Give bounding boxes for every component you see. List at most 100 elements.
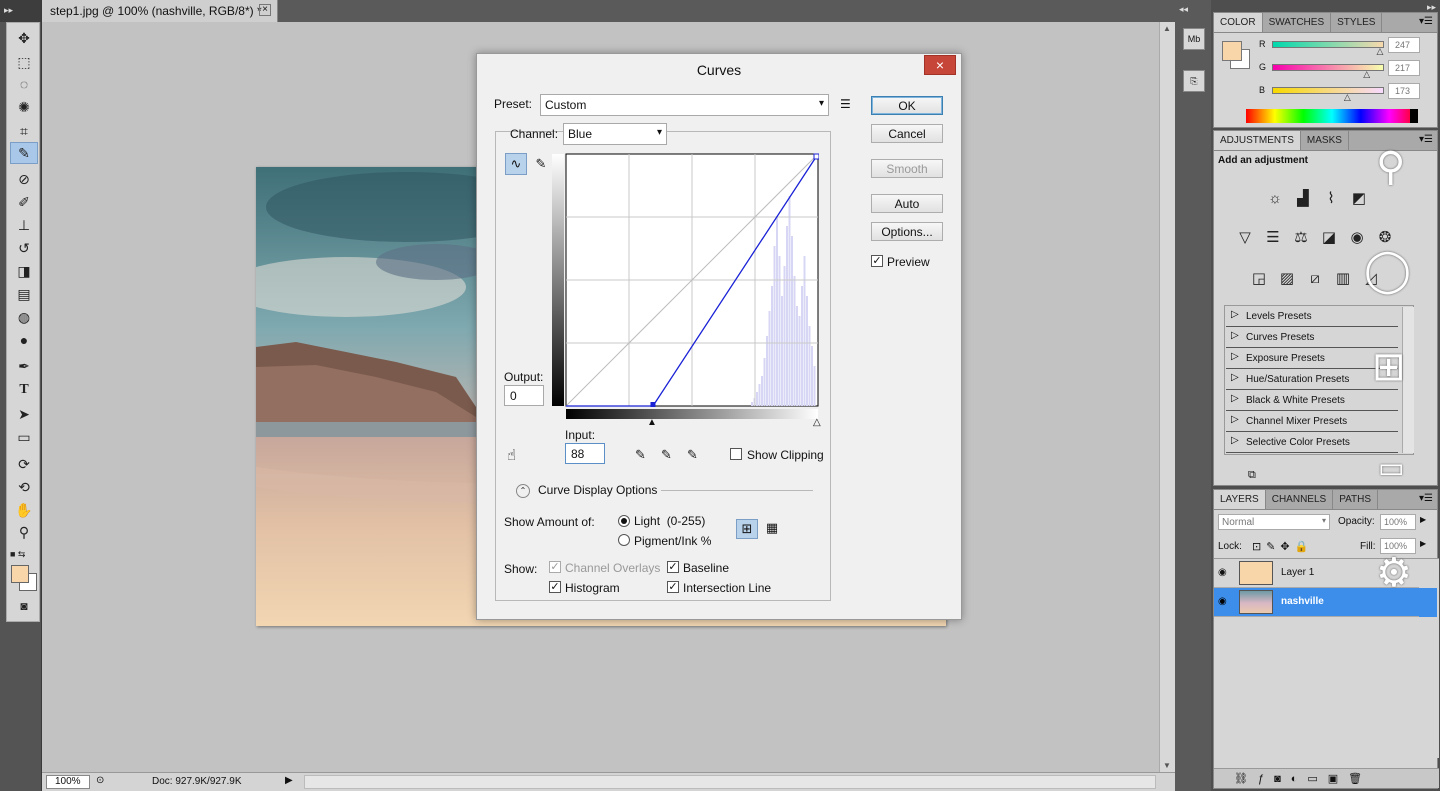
shape-tool-icon[interactable]: ▭	[10, 426, 38, 448]
pen-tool-icon[interactable]: ✒	[10, 355, 38, 377]
quick-mask-icon[interactable]: ◙	[10, 595, 38, 617]
black-point-slider-icon[interactable]: ▲	[647, 417, 657, 428]
move-tool-icon[interactable]: ✥	[10, 27, 38, 49]
detailed-grid-icon[interactable]: ▦	[762, 519, 782, 539]
clone-stamp-tool-icon[interactable]: ⊥	[10, 214, 38, 236]
marquee-tool-icon[interactable]: ⬚	[10, 51, 38, 73]
dodge-tool-icon[interactable]: ●	[10, 329, 38, 351]
color-balance-icon[interactable]: ⚖	[1290, 226, 1312, 248]
auto-button[interactable]: Auto	[871, 194, 943, 213]
curve-control-point[interactable]	[813, 153, 819, 160]
pigment-radio[interactable]	[618, 534, 630, 546]
cancel-button[interactable]: Cancel	[871, 124, 943, 143]
dock-collapse-icon[interactable]: ◂◂	[1179, 4, 1188, 15]
photo-filter-icon[interactable]: ◉	[1346, 226, 1368, 248]
color-panel-foreground-swatch[interactable]	[1222, 41, 1242, 61]
light-radio[interactable]	[618, 515, 630, 527]
smooth-button[interactable]: Smooth	[871, 159, 943, 178]
panel-menu-icon[interactable]: ▾☰	[1419, 493, 1433, 504]
blue-value-field[interactable]: 173	[1388, 83, 1420, 99]
foreground-color-swatch[interactable]	[11, 565, 29, 583]
blue-slider[interactable]	[1272, 87, 1384, 94]
channel-select[interactable]: Blue ▾	[563, 123, 667, 145]
tab-adjustments[interactable]: ADJUSTMENTS	[1214, 131, 1301, 150]
gradient-map-icon[interactable]: ▥	[1332, 267, 1354, 289]
hand-tool-icon[interactable]: ✋	[10, 499, 38, 521]
history-panel-icon[interactable]: ⎘	[1183, 70, 1205, 92]
lasso-tool-icon[interactable]: ◌	[10, 73, 38, 95]
tab-layers[interactable]: LAYERS	[1214, 490, 1266, 509]
quick-select-tool-icon[interactable]: ✺	[10, 96, 38, 118]
dialog-close-icon[interactable]: ×	[924, 55, 956, 75]
path-select-tool-icon[interactable]: ➤	[10, 403, 38, 425]
red-value-field[interactable]: 247	[1388, 37, 1420, 53]
3d-rotate-tool-icon[interactable]: ⟳	[10, 453, 38, 475]
history-brush-tool-icon[interactable]: ↺	[10, 237, 38, 259]
vertical-scrollbar[interactable]: ▲ ▼	[1159, 22, 1175, 772]
input-field[interactable]: 88	[565, 443, 605, 464]
tab-styles[interactable]: STYLES	[1331, 13, 1383, 32]
type-tool-icon[interactable]: T	[10, 379, 38, 401]
show-clipping-checkbox[interactable]	[730, 448, 742, 460]
simple-grid-icon[interactable]: ⊞	[736, 519, 758, 539]
vibrance-icon[interactable]: ▽	[1234, 226, 1256, 248]
black-eyedropper-icon[interactable]: ✎	[635, 447, 646, 463]
blend-mode-select[interactable]: Normal ▾	[1218, 514, 1330, 530]
hue-saturation-icon[interactable]: ☰	[1262, 226, 1284, 248]
document-tab-close-icon[interactable]: ×	[259, 4, 271, 16]
curves-icon[interactable]: ⌇	[1320, 187, 1342, 209]
channel-mixer-icon[interactable]: ❂	[1374, 226, 1396, 248]
ok-button[interactable]: OK	[871, 96, 943, 115]
levels-icon[interactable]: ▟	[1292, 187, 1314, 209]
visibility-eye-icon[interactable]: ◉	[1218, 596, 1227, 607]
preset-levels[interactable]: Levels Presets	[1226, 307, 1398, 327]
options-button[interactable]: Options...	[871, 222, 943, 241]
exposure-icon[interactable]: ◩	[1348, 187, 1370, 209]
color-spectrum-ramp[interactable]	[1246, 109, 1418, 123]
preset-black-white[interactable]: Black & White Presets	[1226, 391, 1398, 411]
color-reset-icons[interactable]: ■ ⇆	[7, 543, 39, 565]
zoom-tool-icon[interactable]: ⚲	[10, 521, 38, 543]
zoom-level-field[interactable]: 100%	[46, 775, 90, 789]
mini-bridge-icon[interactable]: Mb	[1183, 28, 1205, 50]
white-eyedropper-icon[interactable]: ✎	[687, 447, 698, 463]
threshold-icon[interactable]: ⧄	[1304, 267, 1326, 289]
tab-masks[interactable]: MASKS	[1301, 131, 1349, 150]
curve-control-point[interactable]	[650, 402, 656, 407]
eraser-tool-icon[interactable]: ◨	[10, 260, 38, 282]
gradient-tool-icon[interactable]: ▤	[10, 283, 38, 305]
spectrum-black-white[interactable]	[1410, 109, 1418, 123]
status-info-icon[interactable]: ⊙	[96, 775, 104, 786]
eyedropper-tool-icon[interactable]: ✎	[10, 142, 38, 164]
lock-icons[interactable]: ⊡✎✥🔒	[1252, 540, 1313, 553]
green-slider-thumb[interactable]: △	[1363, 69, 1370, 80]
posterize-icon[interactable]: ▨	[1276, 267, 1298, 289]
red-slider[interactable]	[1272, 41, 1384, 48]
opacity-arrow-icon[interactable]: ▶	[1420, 515, 1426, 524]
tab-channels[interactable]: CHANNELS	[1266, 490, 1334, 509]
preset-selective-color[interactable]: Selective Color Presets	[1226, 433, 1398, 453]
panel-menu-icon[interactable]: ▾☰	[1419, 134, 1433, 145]
preset-select[interactable]: Custom ▾	[540, 94, 829, 116]
histogram-checkbox[interactable]: ✓	[549, 581, 561, 593]
intersection-line-checkbox[interactable]: ✓	[667, 581, 679, 593]
opacity-field[interactable]: 100%	[1380, 514, 1416, 530]
invert-icon[interactable]: ◲	[1248, 267, 1270, 289]
blur-tool-icon[interactable]: ◍	[10, 306, 38, 328]
white-point-slider-icon[interactable]: △	[813, 417, 821, 428]
blue-slider-thumb[interactable]: △	[1344, 92, 1351, 103]
black-white-icon[interactable]: ◪	[1318, 226, 1340, 248]
curve-point-mode-icon[interactable]: ∿	[505, 153, 527, 175]
red-slider-thumb[interactable]: △	[1377, 46, 1384, 57]
brush-tool-icon[interactable]: ✐	[10, 191, 38, 213]
tools-panel-collapse[interactable]: ▸▸	[0, 0, 41, 22]
curves-graph[interactable]	[565, 153, 819, 407]
tab-swatches[interactable]: SWATCHES	[1263, 13, 1332, 32]
collapse-display-options-icon[interactable]: ⌃	[516, 484, 530, 498]
gray-eyedropper-icon[interactable]: ✎	[661, 447, 672, 463]
healing-brush-tool-icon[interactable]: ⊘	[10, 168, 38, 190]
status-menu-arrow-icon[interactable]: ▶	[285, 775, 293, 786]
on-image-adjust-hand-icon[interactable]: ☝	[507, 446, 516, 464]
preset-options-icon[interactable]: ☰	[840, 97, 851, 111]
tab-paths[interactable]: PATHS	[1333, 490, 1379, 509]
